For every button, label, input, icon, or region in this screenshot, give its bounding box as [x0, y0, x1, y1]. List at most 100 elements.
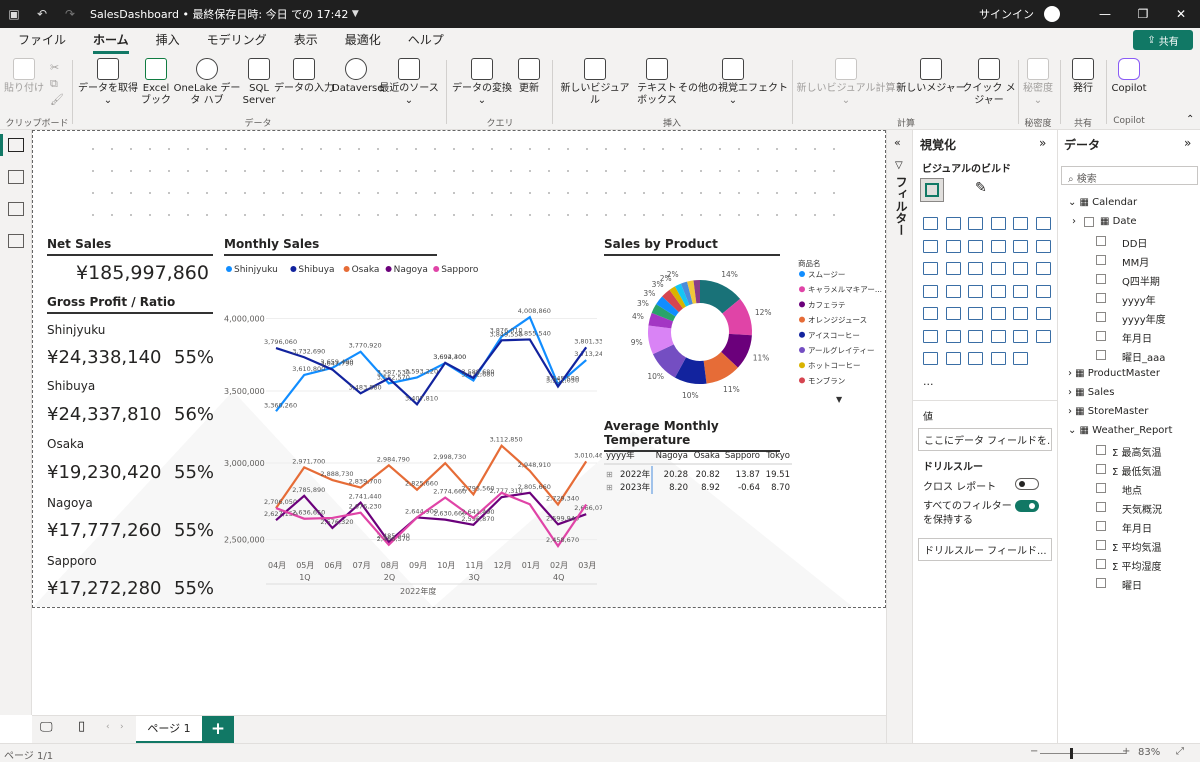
- field-checkbox[interactable]: [1096, 255, 1106, 265]
- matrix-visual-icon[interactable]: [1013, 307, 1028, 320]
- field-item[interactable]: yyyy年: [1122, 292, 1156, 307]
- tab-view[interactable]: 表示: [294, 28, 318, 54]
- field-item[interactable]: 曜日: [1122, 577, 1142, 592]
- zoom-in-icon[interactable]: +: [1122, 746, 1130, 757]
- drillthrough-drop-zone[interactable]: ドリルスルー フィールド...: [918, 538, 1052, 561]
- field-item[interactable]: yyyy年度: [1122, 311, 1166, 326]
- zoom-slider[interactable]: [1040, 753, 1126, 754]
- field-item[interactable]: 年月日: [1122, 330, 1152, 345]
- field-item[interactable]: 曜日_aaa: [1122, 349, 1165, 364]
- field-item[interactable]: Σ 平均気温: [1112, 539, 1162, 554]
- kpi-visual-icon[interactable]: [945, 307, 961, 320]
- redo-icon[interactable]: ↷: [56, 7, 84, 21]
- field-item[interactable]: MM月: [1122, 254, 1149, 269]
- field-checkbox[interactable]: [1096, 293, 1106, 303]
- next-page-icon[interactable]: ›: [120, 722, 124, 732]
- qa-visual-icon[interactable]: [990, 329, 1006, 343]
- funnel-visual-icon[interactable]: [968, 262, 983, 275]
- key-influencers-visual-icon[interactable]: [945, 329, 961, 343]
- table-item[interactable]: › ▦ Sales: [1068, 387, 1114, 398]
- publish-button[interactable]: 発行: [1064, 58, 1102, 95]
- field-item[interactable]: Σ 平均湿度: [1112, 558, 1162, 573]
- collapse-ribbon-icon[interactable]: ⌃: [1186, 114, 1194, 125]
- gauge-visual-icon[interactable]: [1013, 284, 1028, 298]
- mobile-layout-icon[interactable]: ▯: [78, 719, 85, 734]
- format-visual-tab[interactable]: ✎: [975, 180, 987, 196]
- sensitivity-button[interactable]: 秘密度 ⌄: [1020, 58, 1056, 107]
- save-icon[interactable]: ▣: [0, 7, 28, 21]
- goals-visual-icon[interactable]: [1035, 329, 1051, 343]
- excel-button[interactable]: Excel ブック: [138, 58, 174, 107]
- stacked-bar-visual-icon[interactable]: [923, 217, 938, 230]
- fit-page-icon[interactable]: ⤢: [1176, 746, 1184, 757]
- field-checkbox[interactable]: [1096, 236, 1106, 246]
- enter-data-button[interactable]: データの入力: [272, 58, 336, 95]
- quick-measure-button[interactable]: クイック メジャー: [962, 58, 1016, 107]
- cross-report-toggle[interactable]: [1015, 478, 1039, 490]
- clustered-bar-visual-icon[interactable]: [968, 217, 983, 230]
- copilot-button[interactable]: Copilot: [1108, 58, 1150, 95]
- field-item[interactable]: Σ 最低気温: [1112, 463, 1162, 478]
- zoom-slider-thumb[interactable]: [1070, 748, 1073, 759]
- refresh-button[interactable]: 更新: [512, 58, 546, 95]
- power-automate-visual-icon[interactable]: [968, 352, 983, 365]
- filters-pane-collapsed[interactable]: « ▽ フィルター: [886, 130, 912, 743]
- tab-file[interactable]: ファイル: [18, 28, 66, 54]
- transform-data-button[interactable]: データの変換 ⌄: [450, 58, 514, 107]
- field-item[interactable]: 地点: [1122, 482, 1142, 497]
- field-checkbox[interactable]: [1096, 464, 1106, 474]
- temperature-table[interactable]: yyyy年 Nagoya Osaka Sapporo Tokyo ⊞ 2022年 20.28 2…: [604, 446, 804, 496]
- field-checkbox[interactable]: [1096, 502, 1106, 512]
- field-checkbox[interactable]: [1096, 331, 1106, 341]
- signin-button[interactable]: サインイン: [979, 6, 1034, 22]
- close-icon[interactable]: ✕: [1162, 7, 1200, 21]
- r-visual-visual-icon[interactable]: [1035, 307, 1051, 320]
- field-checkbox[interactable]: [1096, 559, 1106, 569]
- add-page-button[interactable]: +: [202, 716, 234, 744]
- tab-home[interactable]: ホーム: [93, 28, 129, 54]
- table-item[interactable]: ⌄ ▦ Calendar: [1068, 197, 1137, 208]
- more-visuals-button[interactable]: その他の視覚エフェクト ⌄: [678, 58, 788, 107]
- field-item[interactable]: Q四半期: [1122, 273, 1160, 288]
- line-stacked-visual-icon[interactable]: [945, 262, 961, 275]
- field-item[interactable]: 天気概況: [1122, 501, 1162, 516]
- python-visual-icon[interactable]: [923, 329, 938, 343]
- slicer-visual-icon[interactable]: [968, 307, 983, 320]
- search-input[interactable]: ⌕ 検索: [1061, 166, 1198, 185]
- field-checkbox[interactable]: [1096, 274, 1106, 284]
- metrics-visual-icon[interactable]: [990, 352, 1006, 365]
- filled-map-visual-icon[interactable]: [968, 284, 983, 298]
- power-apps-visual-icon[interactable]: [945, 352, 961, 365]
- get-data-button[interactable]: データを取得 ⌄: [76, 58, 140, 107]
- multi-card-visual-icon[interactable]: [923, 307, 938, 320]
- pie-visual-icon[interactable]: [1013, 262, 1028, 275]
- minimize-icon[interactable]: —: [1086, 7, 1124, 21]
- collapse-viz-icon[interactable]: »: [1039, 136, 1046, 150]
- field-item[interactable]: ▦ Date: [1100, 216, 1137, 227]
- 100-bar-visual-icon[interactable]: [1013, 217, 1028, 230]
- collapse-data-icon[interactable]: »: [1184, 136, 1191, 150]
- table-item[interactable]: › ▦ ProductMaster: [1068, 368, 1160, 379]
- waterfall-visual-icon[interactable]: [1013, 239, 1028, 253]
- field-item[interactable]: DD日: [1122, 235, 1147, 250]
- field-checkbox[interactable]: [1096, 521, 1106, 531]
- dax-query-view-icon[interactable]: [8, 234, 24, 248]
- tab-page-1[interactable]: ページ 1: [136, 716, 202, 744]
- tab-optimize[interactable]: 最適化: [345, 28, 381, 54]
- table-item[interactable]: › ▦ StoreMaster: [1068, 406, 1148, 417]
- undo-icon[interactable]: ↶: [28, 7, 56, 21]
- values-drop-zone[interactable]: ここにデータ フィールドを...: [918, 428, 1052, 451]
- expand-icon[interactable]: ›: [1072, 216, 1076, 227]
- combo-visual-icon[interactable]: [1035, 239, 1051, 253]
- 100-column-visual-icon[interactable]: [1035, 217, 1051, 230]
- tab-insert[interactable]: 挿入: [156, 28, 180, 54]
- stacked-area-visual-icon[interactable]: [968, 239, 983, 253]
- more-visuals-icon[interactable]: ···: [923, 378, 934, 391]
- ribbon-visual-icon[interactable]: [990, 239, 1006, 253]
- field-checkbox[interactable]: [1096, 312, 1106, 322]
- field-checkbox[interactable]: [1096, 540, 1106, 550]
- area-visual-icon[interactable]: [945, 239, 961, 253]
- field-item[interactable]: 年月日: [1122, 520, 1152, 535]
- line-column-visual-icon[interactable]: [923, 262, 938, 275]
- new-measure-button[interactable]: 新しいメジャー: [896, 58, 966, 95]
